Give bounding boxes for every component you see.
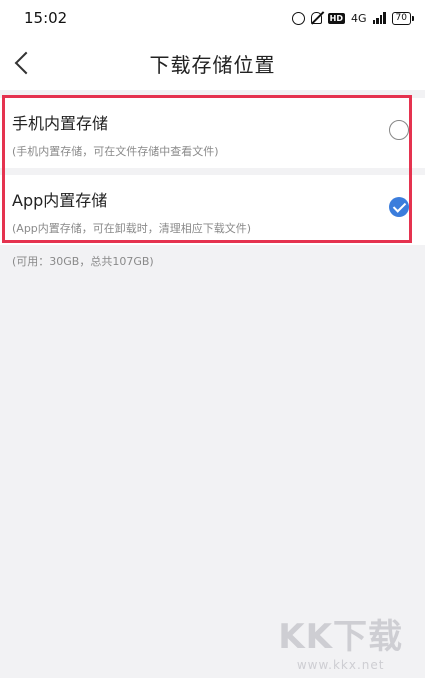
radio-checked-icon[interactable]	[389, 197, 409, 217]
storage-info: (可用：30GB，总共107GB)	[12, 255, 154, 268]
option-title: 手机内置存储	[12, 114, 109, 133]
battery-level: 70	[395, 12, 407, 23]
network-type: 4G	[351, 11, 367, 25]
hd-icon: HD	[327, 12, 346, 24]
option-app-storage[interactable]: App内置存储 (App内置存储，可在卸载时，清理相应下载文件)	[0, 175, 425, 245]
alarm-icon	[291, 11, 305, 25]
watermark-logo: KK下载	[278, 617, 403, 657]
page-title: 下载存储位置	[149, 52, 276, 77]
option-phone-storage[interactable]: 手机内置存储 (手机内置存储，可在文件存储中查看文件)	[0, 98, 425, 168]
status-icons: HD 4G 70	[291, 11, 415, 25]
battery-icon: 70	[391, 11, 415, 25]
signal-icon	[372, 12, 386, 24]
watermark-url: www.kkx.net	[296, 658, 385, 672]
status-bar: 15:02 HD 4G 70	[0, 0, 425, 36]
nav-bar: 下载存储位置	[0, 36, 425, 90]
radio-unchecked-icon[interactable]	[389, 120, 409, 140]
storage-options: 手机内置存储 (手机内置存储，可在文件存储中查看文件) App内置存储 (App…	[0, 95, 425, 245]
option-description: (App内置存储，可在卸载时，清理相应下载文件)	[12, 222, 252, 235]
mute-bell-icon	[310, 12, 322, 24]
watermark: KK下载 www.kkx.net	[278, 609, 403, 672]
option-title: App内置存储	[12, 191, 108, 210]
option-description: (手机内置存储，可在文件存储中查看文件)	[12, 145, 219, 158]
status-time: 15:02	[24, 9, 68, 27]
back-arrow-icon[interactable]	[14, 51, 38, 75]
